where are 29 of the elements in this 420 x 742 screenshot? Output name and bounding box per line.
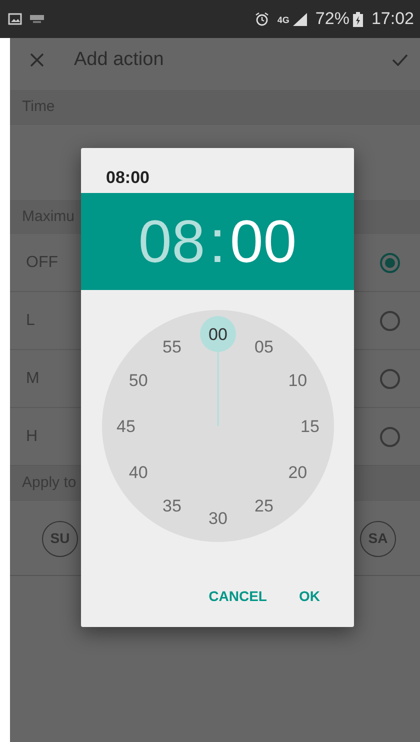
alarm-icon [255,12,270,26]
confirm-check-icon[interactable] [392,54,408,66]
minute-label[interactable]: 40 [128,463,148,482]
signal-icon [293,12,308,26]
radio-button[interactable] [380,426,400,446]
close-icon[interactable] [30,53,44,67]
network-type: 4G [277,14,290,28]
minute-label[interactable]: 15 [300,417,319,436]
radio-button[interactable] [380,252,400,272]
dialog-button[interactable]: OK [291,580,328,613]
minute-label[interactable]: 50 [128,371,148,390]
battery-level: 72% [315,8,350,30]
screen-title: Add action [74,48,164,72]
minute-label[interactable]: 30 [208,509,227,528]
minute-label[interactable]: 55 [162,337,181,356]
clock: 17:02 [371,8,414,30]
minute-label[interactable]: 05 [254,337,273,356]
clock-hand[interactable] [200,316,236,426]
notification-icon [30,15,44,23]
minute-label[interactable]: 10 [288,371,307,390]
battery-charging-icon [353,12,364,26]
radio-button[interactable] [380,368,400,388]
radio-button[interactable] [380,310,400,330]
image-icon [8,13,22,25]
minute-label[interactable]: 20 [288,463,307,482]
selected-time: 08:00 [105,167,150,189]
minute-label[interactable]: 45 [116,417,135,436]
dialog-button[interactable]: CANCEL [200,580,275,613]
clock-dial[interactable] [102,310,334,542]
